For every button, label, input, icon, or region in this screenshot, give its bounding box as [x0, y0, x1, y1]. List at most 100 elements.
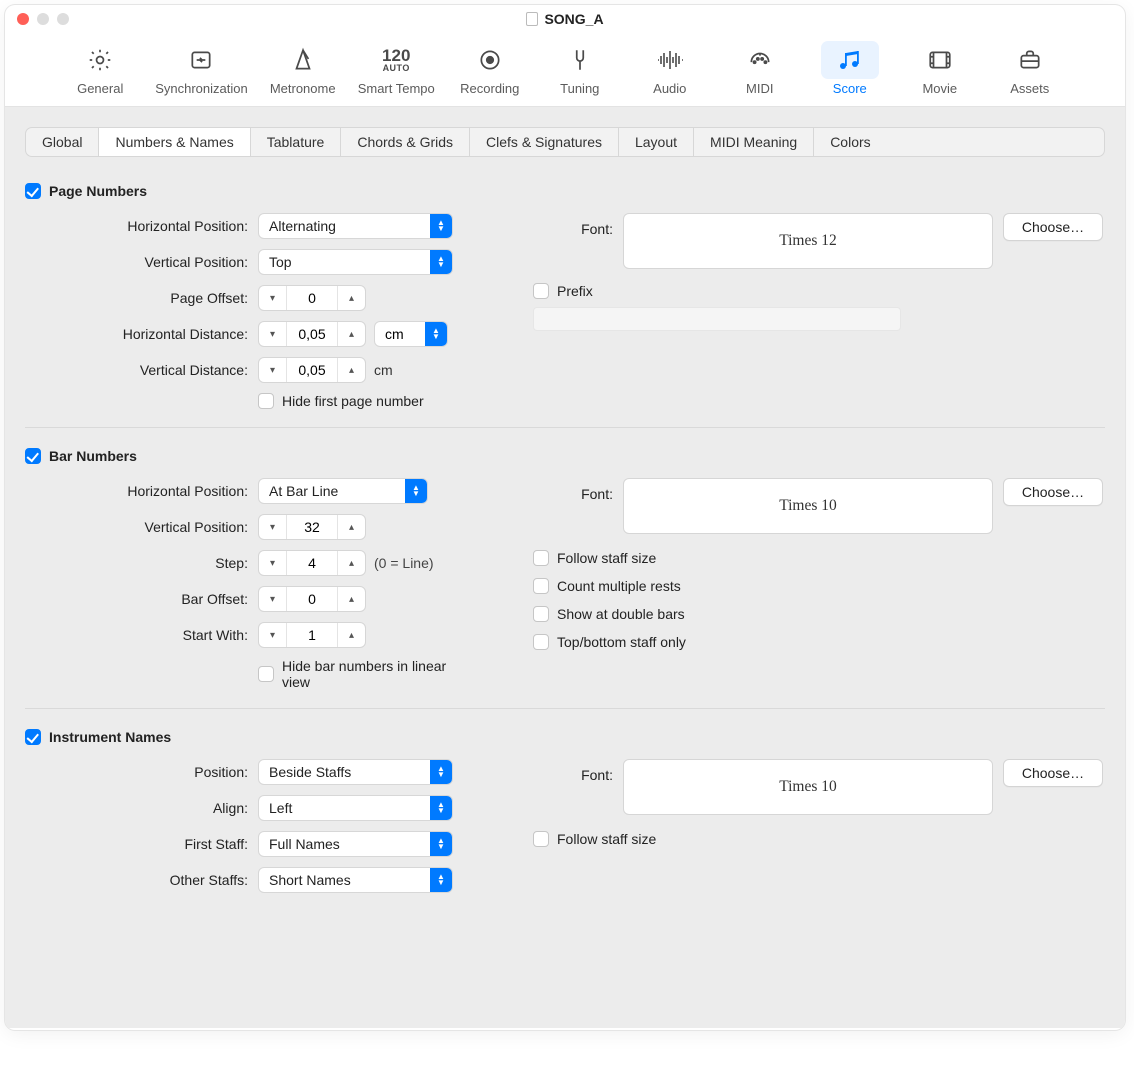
- chevron-down-icon[interactable]: ▾: [259, 358, 287, 382]
- tab-layout[interactable]: Layout: [619, 128, 694, 156]
- count-multiple-rests-label: Count multiple rests: [557, 578, 681, 594]
- bar-numbers-checkbox[interactable]: [25, 448, 41, 464]
- tab-tablature[interactable]: Tablature: [251, 128, 342, 156]
- step-note: (0 = Line): [374, 555, 434, 571]
- waveform-icon: [641, 41, 699, 79]
- chevron-up-icon[interactable]: ▴: [337, 322, 365, 346]
- toolbar-metronome[interactable]: Metronome: [268, 41, 338, 96]
- toolbar-movie[interactable]: Movie: [905, 41, 975, 96]
- chevron-updown-icon: [430, 214, 452, 238]
- body: Global Numbers & Names Tablature Chords …: [5, 107, 1125, 1028]
- show-at-double-bars-checkbox[interactable]: [533, 606, 549, 622]
- page-font-choose-button[interactable]: Choose…: [1003, 213, 1103, 241]
- music-notes-icon: [821, 41, 879, 79]
- tuning-fork-icon: [551, 41, 609, 79]
- step-label: Step:: [25, 555, 250, 571]
- toolbar-recording[interactable]: Recording: [455, 41, 525, 96]
- chevron-down-icon[interactable]: ▾: [259, 623, 287, 647]
- bar-hpos-select[interactable]: At Bar Line: [258, 478, 428, 504]
- inst-font-preview: Times 10: [623, 759, 993, 815]
- bar-hpos-label: Horizontal Position:: [25, 483, 250, 499]
- chevron-up-icon[interactable]: ▴: [337, 551, 365, 575]
- hide-first-page-checkbox[interactable]: [258, 393, 274, 409]
- briefcase-icon: [1001, 41, 1059, 79]
- toolbar-smart-tempo[interactable]: 120 AUTO Smart Tempo: [358, 41, 435, 96]
- start-with-stepper[interactable]: ▾1▴: [258, 622, 366, 648]
- inst-follow-staff-size-checkbox[interactable]: [533, 831, 549, 847]
- hide-first-page-label: Hide first page number: [282, 393, 424, 409]
- chevron-up-icon[interactable]: ▴: [337, 515, 365, 539]
- page-offset-stepper[interactable]: ▾0▴: [258, 285, 366, 311]
- chevron-up-icon[interactable]: ▴: [337, 286, 365, 310]
- count-multiple-rests-checkbox[interactable]: [533, 578, 549, 594]
- section-instrument-names: Instrument Names Position: Beside Staffs…: [25, 729, 1105, 893]
- prefix-checkbox[interactable]: [533, 283, 549, 299]
- first-staff-select[interactable]: Full Names: [258, 831, 453, 857]
- film-icon: [911, 41, 969, 79]
- chevron-up-icon[interactable]: ▴: [337, 587, 365, 611]
- follow-staff-size-checkbox[interactable]: [533, 550, 549, 566]
- prefix-field[interactable]: [533, 307, 901, 331]
- toolbar-assets[interactable]: Assets: [995, 41, 1065, 96]
- vdist-label: Vertical Distance:: [25, 362, 250, 378]
- midi-icon: [731, 41, 789, 79]
- hide-bar-linear-checkbox[interactable]: [258, 666, 274, 682]
- bar-font-choose-button[interactable]: Choose…: [1003, 478, 1103, 506]
- preferences-window: SONG_A General Synchronization Metronome…: [5, 5, 1125, 1030]
- chevron-up-icon[interactable]: ▴: [337, 358, 365, 382]
- chevron-updown-icon: [425, 322, 447, 346]
- inst-follow-staff-size-label: Follow staff size: [557, 831, 656, 847]
- window-title: SONG_A: [5, 11, 1125, 27]
- tempo-icon: 120 AUTO: [367, 41, 425, 79]
- chevron-updown-icon: [430, 250, 452, 274]
- tab-midi-meaning[interactable]: MIDI Meaning: [694, 128, 814, 156]
- chevron-down-icon[interactable]: ▾: [259, 551, 287, 575]
- chevron-down-icon[interactable]: ▾: [259, 587, 287, 611]
- bar-offset-label: Bar Offset:: [25, 591, 250, 607]
- top-bottom-staff-checkbox[interactable]: [533, 634, 549, 650]
- chevron-updown-icon: [430, 832, 452, 856]
- page-numbers-checkbox[interactable]: [25, 183, 41, 199]
- chevron-updown-icon: [405, 479, 427, 503]
- other-staffs-label: Other Staffs:: [25, 872, 250, 888]
- align-select[interactable]: Left: [258, 795, 453, 821]
- top-bottom-staff-label: Top/bottom staff only: [557, 634, 686, 650]
- start-with-label: Start With:: [25, 627, 250, 643]
- chevron-up-icon[interactable]: ▴: [337, 623, 365, 647]
- divider: [25, 708, 1105, 709]
- prefix-label: Prefix: [557, 283, 593, 299]
- other-staffs-select[interactable]: Short Names: [258, 867, 453, 893]
- chevron-down-icon[interactable]: ▾: [259, 515, 287, 539]
- vpos-select[interactable]: Top: [258, 249, 453, 275]
- hpos-select[interactable]: Alternating: [258, 213, 453, 239]
- inst-font-choose-button[interactable]: Choose…: [1003, 759, 1103, 787]
- toolbar-synchronization[interactable]: Synchronization: [155, 41, 248, 96]
- position-select[interactable]: Beside Staffs: [258, 759, 453, 785]
- hdist-stepper[interactable]: ▾0,05▴: [258, 321, 366, 347]
- vdist-stepper[interactable]: ▾0,05▴: [258, 357, 366, 383]
- tab-numbers-names[interactable]: Numbers & Names: [99, 128, 250, 156]
- metronome-icon: [274, 41, 332, 79]
- toolbar-midi[interactable]: MIDI: [725, 41, 795, 96]
- bar-vpos-stepper[interactable]: ▾32▴: [258, 514, 366, 540]
- record-icon: [461, 41, 519, 79]
- bar-offset-stepper[interactable]: ▾0▴: [258, 586, 366, 612]
- toolbar-score[interactable]: Score: [815, 41, 885, 96]
- chevron-down-icon[interactable]: ▾: [259, 322, 287, 346]
- tab-global[interactable]: Global: [26, 128, 99, 156]
- tab-chords-grids[interactable]: Chords & Grids: [341, 128, 470, 156]
- step-stepper[interactable]: ▾4▴: [258, 550, 366, 576]
- toolbar-general[interactable]: General: [65, 41, 135, 96]
- chevron-down-icon[interactable]: ▾: [259, 286, 287, 310]
- instrument-names-checkbox[interactable]: [25, 729, 41, 745]
- toolbar-audio[interactable]: Audio: [635, 41, 705, 96]
- panel: Page Numbers Horizontal Position: Altern…: [25, 157, 1105, 893]
- hdist-unit-select[interactable]: cm: [374, 321, 448, 347]
- chevron-updown-icon: [430, 868, 452, 892]
- bar-font-label: Font:: [555, 478, 613, 502]
- tab-colors[interactable]: Colors: [814, 128, 886, 156]
- tab-clefs-signatures[interactable]: Clefs & Signatures: [470, 128, 619, 156]
- bar-numbers-title: Bar Numbers: [49, 448, 137, 464]
- toolbar-tuning[interactable]: Tuning: [545, 41, 615, 96]
- vdist-unit: cm: [374, 362, 393, 378]
